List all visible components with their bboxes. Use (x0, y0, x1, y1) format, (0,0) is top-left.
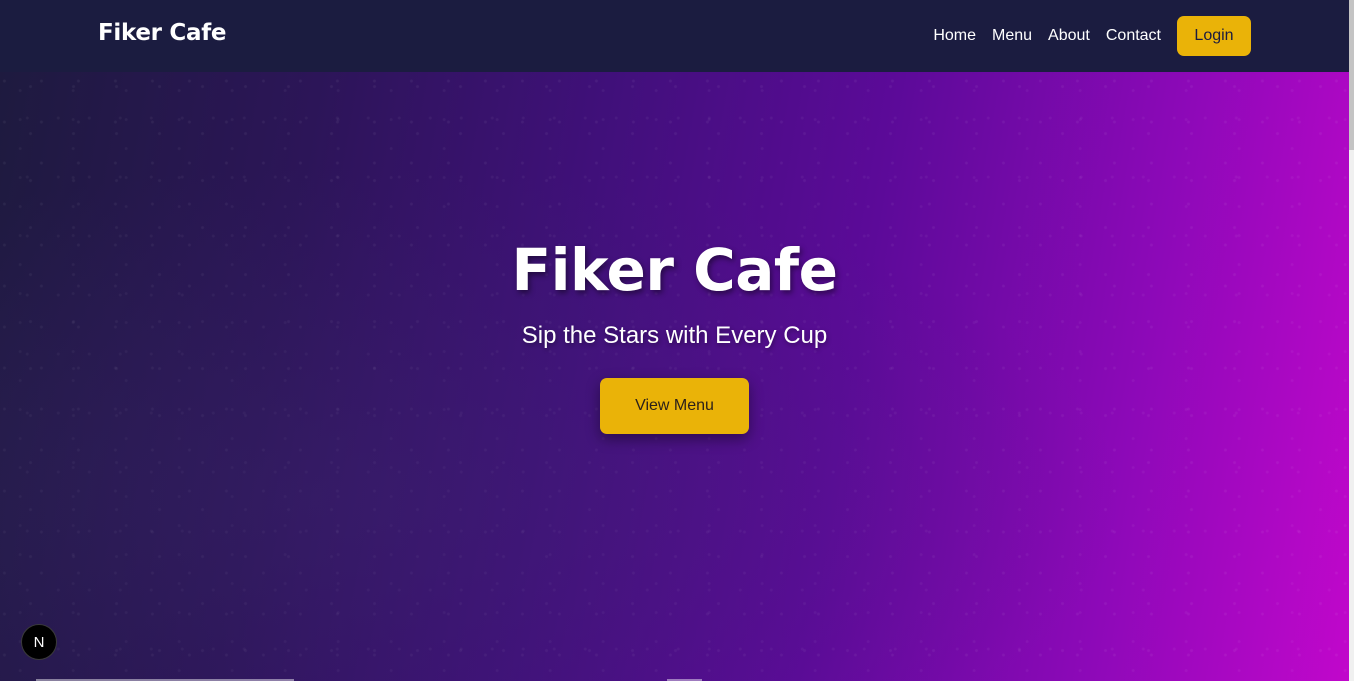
nav-link-menu[interactable]: Menu (992, 27, 1032, 45)
nav-link-about[interactable]: About (1048, 27, 1090, 45)
page: Fiker Cafe Home Menu About Contact Login… (0, 0, 1354, 681)
vertical-scrollbar-thumb[interactable] (1349, 0, 1354, 150)
hero-shade (0, 72, 1349, 681)
brand-logo[interactable]: Fiker Cafe (98, 20, 227, 46)
navbar: Fiker Cafe Home Menu About Contact Login (0, 0, 1349, 72)
nav-link-contact[interactable]: Contact (1106, 27, 1161, 45)
vertical-scrollbar[interactable] (1349, 0, 1354, 681)
nav-links: Home Menu About Contact Login (933, 16, 1251, 56)
hero-section: Fiker Cafe Sip the Stars with Every Cup … (0, 72, 1349, 681)
nextjs-devtools-icon[interactable]: N (21, 624, 57, 660)
hero-title: Fiker Cafe (511, 236, 838, 304)
nav-link-home[interactable]: Home (933, 27, 976, 45)
view-menu-button[interactable]: View Menu (600, 378, 749, 434)
login-button[interactable]: Login (1177, 16, 1251, 56)
hero-subtitle: Sip the Stars with Every Cup (521, 322, 828, 349)
